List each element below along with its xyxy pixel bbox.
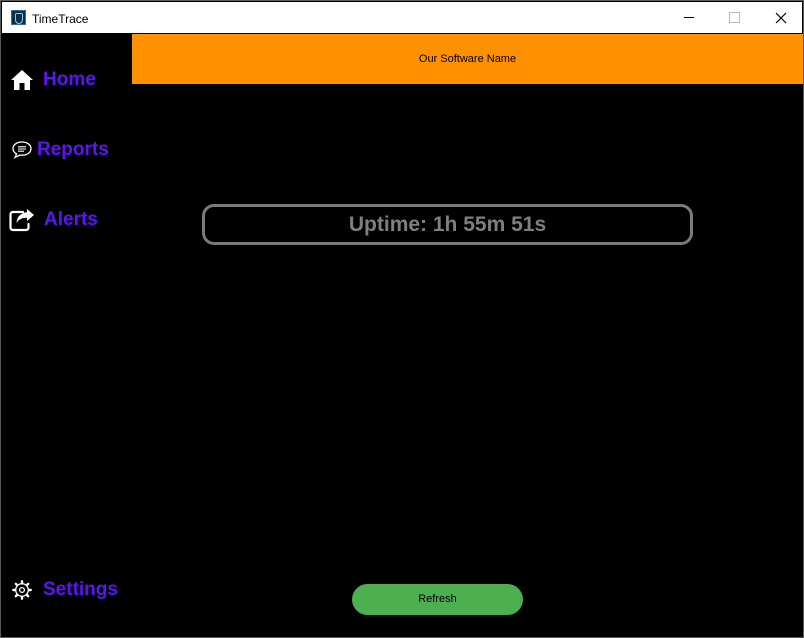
refresh-button[interactable]: Refresh	[352, 584, 523, 615]
sidebar-item-label: Reports	[37, 139, 109, 160]
home-icon	[10, 69, 34, 91]
sidebar-item-label: Settings	[43, 579, 118, 600]
title-bar: TimeTrace	[2, 2, 802, 33]
window-title: TimeTrace	[32, 12, 89, 26]
header-banner: Our Software Name	[132, 34, 803, 84]
sidebar-item-settings[interactable]: Settings	[12, 578, 118, 602]
uptime-display: Uptime: 1h 55m 51s	[202, 204, 693, 245]
gear-icon	[12, 580, 32, 600]
app-window: TimeTrace Home Reports Alerts Settings O…	[0, 0, 804, 638]
sidebar-item-label: Home	[43, 69, 96, 90]
minimize-button[interactable]	[666, 2, 712, 33]
sidebar-item-reports[interactable]: Reports	[11, 138, 109, 162]
share-icon	[8, 208, 36, 232]
app-logo-icon	[11, 10, 26, 25]
close-button[interactable]	[758, 2, 804, 33]
maximize-button[interactable]	[712, 2, 758, 33]
chat-bubble-icon	[11, 140, 33, 160]
sidebar-item-home[interactable]: Home	[10, 68, 96, 92]
close-icon	[775, 12, 787, 24]
sidebar-item-label: Alerts	[44, 209, 98, 230]
sidebar-item-alerts[interactable]: Alerts	[8, 208, 98, 232]
